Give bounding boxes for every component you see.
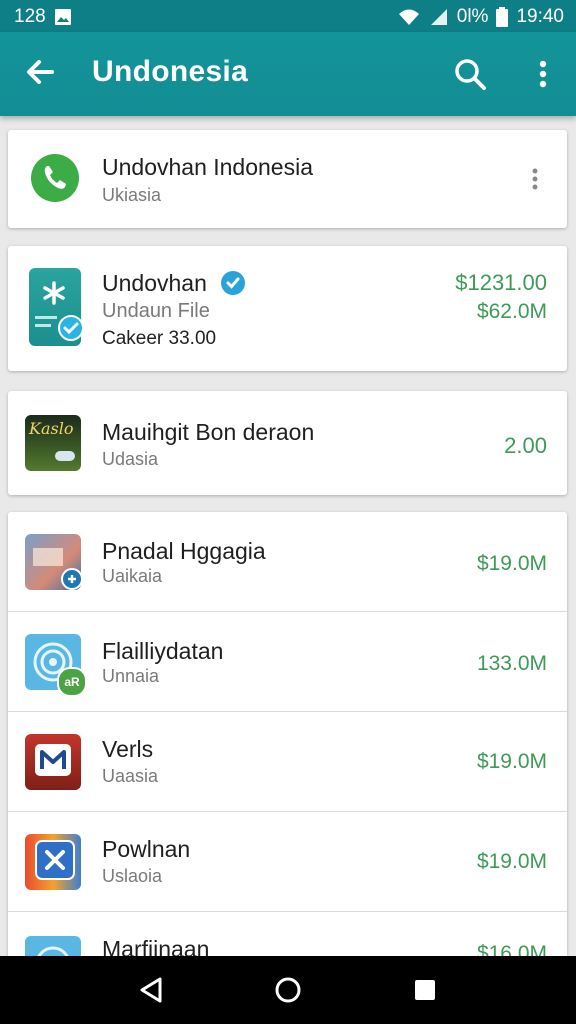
app-card-kaslo-subtitle: Udasia [102,449,159,469]
verified-check-icon [58,315,84,341]
system-nav-bar [0,956,576,1024]
list-item-price: $19.0M [476,850,547,873]
nav-home-icon[interactable] [272,974,304,1006]
list-item-subtitle: Uslaoia [102,866,163,886]
back-arrow-icon[interactable] [20,52,60,92]
app-card-kaslo-title: Mauihgit Bon deraon [102,419,315,445]
puzzle-icon [45,850,65,870]
battery-percent: 0l% [456,6,489,27]
featured-price-secondary: $62.0M [476,300,547,323]
app-card-kaslo[interactable]: Kaslo Mauihgit Bon deraon Udasia 2.00 [8,391,567,495]
search-icon[interactable] [450,54,490,94]
app-list-card: Pnadal Hggagia Uaikaia $19.0M aR Flailli… [8,512,567,972]
header-card-title: Undovhan Indonesia [102,154,313,180]
featured-app-detail: Cakeer 33.00 [102,328,217,349]
list-item-price: $19.0M [476,552,547,575]
app-bar: Undonesia [0,32,576,116]
verified-badge-icon [221,271,245,295]
green-badge: aR [57,667,87,697]
list-item-subtitle: Uaikaia [102,566,163,586]
list-item-title: Flailliydatan [102,638,224,664]
phone-icon [31,154,79,202]
list-item-title: Pnadal Hggagia [102,538,266,564]
overflow-menu-icon[interactable] [526,166,544,192]
list-item[interactable]: Powlnan Uslaoia $19.0M [8,812,567,912]
green-badge-text: aR [64,675,80,689]
list-item-price: 133.0M [476,652,547,675]
header-card-subtitle: Ukiasia [102,185,162,205]
list-item[interactable]: Pnadal Hggagia Uaikaia $19.0M [8,512,567,612]
header-card[interactable]: Undovhan Indonesia Ukiasia [8,130,567,228]
list-item-subtitle: Uaasia [102,766,159,786]
settings-badge-icon [61,568,83,590]
nav-recents-icon[interactable] [409,974,441,1006]
featured-price-primary: $1231.00 [455,270,547,295]
status-bar: 128 0l% 19:40 [0,0,576,32]
kaslo-app-icon: Kaslo [25,415,81,471]
status-time: 19:40 [516,6,564,27]
list-item-title: Verls [102,736,154,762]
kaslo-icon-text: Kaslo [29,419,74,438]
status-left-text: 128 [14,6,46,27]
list-item[interactable]: aR Flailliydatan Unnaia 133.0M [8,612,567,712]
list-item-title: Powlnan [102,836,191,862]
image-notification-icon [54,9,71,25]
page-title: Undonesia [92,55,249,88]
verls-app-icon [25,734,81,790]
wifi-icon [398,9,419,25]
more-options-icon[interactable] [528,54,558,94]
featured-app-card[interactable]: Undovhan Undaun File Cakeer 33.00 $1231.… [8,246,567,371]
powlnan-app-icon [25,834,81,890]
list-item-price: $19.0M [476,750,547,773]
featured-app-subtitle: Undaun File [102,300,210,322]
nav-back-icon[interactable] [136,974,168,1006]
list-item-subtitle: Unnaia [102,666,160,686]
signal-icon [430,9,447,25]
battery-icon [496,7,509,27]
featured-app-name: Undovhan [102,270,207,296]
asterisk-icon [43,281,65,305]
list-item[interactable]: Verls Uaasia $19.0M [8,712,567,812]
app-card-kaslo-price: 2.00 [504,433,547,458]
m-logo-icon [40,750,66,769]
